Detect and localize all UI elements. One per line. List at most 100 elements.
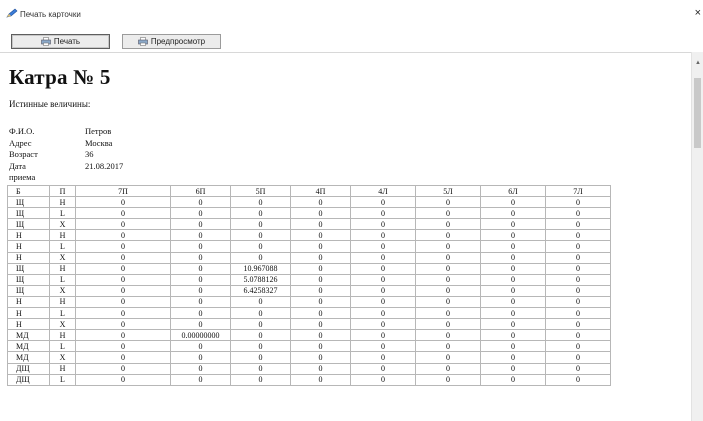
table-cell: 0 [545,207,611,220]
table-cell: X [49,218,76,231]
table-row: HX00000000 [7,251,611,264]
scrollbar-thumb[interactable] [694,78,701,148]
table-cell: 0 [75,251,171,264]
table-row: HH00000000 [7,229,611,242]
card-heading: Катра № 5 [9,65,111,89]
table-cell: 0.00000000 [170,329,231,342]
window-titlebar: Печать карточки × [0,0,703,26]
column-header: 6П [170,184,231,198]
column-header: 4Л [350,184,416,198]
table-cell: Щ [7,262,50,275]
table-cell: 0 [170,196,231,209]
table-cell: H [7,318,50,331]
table-cell: 0 [230,295,291,309]
table-cell: Щ [7,218,50,231]
table-cell: ДЩ [7,362,50,375]
table-cell: 0 [350,362,416,375]
table-cell: 0 [75,240,171,253]
vertical-scrollbar[interactable]: ▲ [691,52,703,421]
scroll-up-arrow-icon[interactable]: ▲ [695,60,701,66]
table-cell: 0 [545,295,611,309]
column-header: 5Л [415,184,481,198]
printer-icon [41,37,51,46]
table-cell: 0 [545,262,611,275]
table-cell: МД [7,329,50,342]
window-title: Печать карточки [20,10,81,19]
table-cell: 0 [170,218,231,231]
toolbar: Печать Предпросмотр [0,26,703,53]
table-cell: 0 [415,362,481,375]
table-cell: 0 [350,240,416,253]
preview-button[interactable]: Предпросмотр [122,34,221,49]
table-cell: 0 [170,340,231,353]
table-cell: 0 [480,229,546,242]
printer-icon [138,37,148,46]
table-cell: 0 [350,229,416,242]
column-header: П [49,184,76,198]
table-row: HH00000000 [7,295,611,309]
column-header: 7Л [545,184,611,198]
table-cell: 0 [415,318,481,331]
table-cell: 0 [230,207,291,220]
info-value: Москва [85,137,113,148]
table-cell: 0 [350,273,416,286]
table-cell: 0 [350,251,416,264]
table-cell: X [49,284,76,297]
table-cell: 0 [545,373,611,386]
table-cell: 0 [230,196,291,209]
table-cell: 0 [75,229,171,242]
table-row: HX00000000 [7,318,611,331]
table-cell: H [49,329,76,342]
table-cell: 0 [415,218,481,231]
table-cell: 0 [170,251,231,264]
table-cell: 0 [170,373,231,386]
column-header: Б [7,184,50,198]
table-cell: 0 [545,218,611,231]
table-cell: 0 [415,240,481,253]
table-cell: 0 [545,284,611,297]
table-cell: 0 [350,284,416,297]
table-cell: 0 [350,329,416,342]
table-cell: 0 [480,240,546,253]
table-cell: 0 [415,351,481,364]
table-cell: 0 [170,362,231,375]
table-cell: 0 [545,196,611,209]
column-header: 5П [230,184,291,198]
info-value: 36 [85,149,94,159]
table-cell: 0 [170,240,231,253]
table-cell: 0 [350,295,416,309]
table-cell: 0 [480,318,546,331]
table-row: МД H 0 0.00000000 0 0 0 0 0 0 [7,329,611,342]
table-cell: 0 [545,318,611,331]
table-cell: 0 [75,295,171,309]
info-label: Ф.И.О. [9,126,35,136]
table-cell: 0 [170,207,231,220]
table-cell: 0 [350,307,416,320]
table-cell: L [49,240,76,253]
table-cell: 0 [230,307,291,320]
info-value: Петров [85,126,112,136]
table-cell: 0 [415,307,481,320]
close-icon[interactable]: × [695,8,701,19]
table-cell: 0 [75,329,171,342]
table-cell: 0 [415,329,481,342]
table-cell: 0 [230,351,291,364]
table-cell: 0 [480,251,546,264]
table-cell: 0 [350,196,416,209]
table-row: ЩX00000000 [7,218,611,231]
table-cell: 0 [545,251,611,264]
table-cell: 0 [350,207,416,220]
table-cell: L [49,373,76,386]
table-cell: 0 [75,218,171,231]
table-cell: 0 [290,295,351,309]
table-cell: 0 [545,351,611,364]
table-row: ДЩ L 0 0 0 0 0 0 0 0 [7,373,611,386]
table-cell: Щ [7,207,50,220]
column-header: 4П [290,184,351,198]
print-button[interactable]: Печать [11,34,110,49]
table-cell: 0 [415,295,481,309]
document-preview: Катра № 5 Истинные величины: Ф.И.О. Петр… [0,52,691,421]
table-cell: 0 [350,262,416,275]
table-cell: 0 [480,196,546,209]
table-cell: 0 [290,373,351,386]
